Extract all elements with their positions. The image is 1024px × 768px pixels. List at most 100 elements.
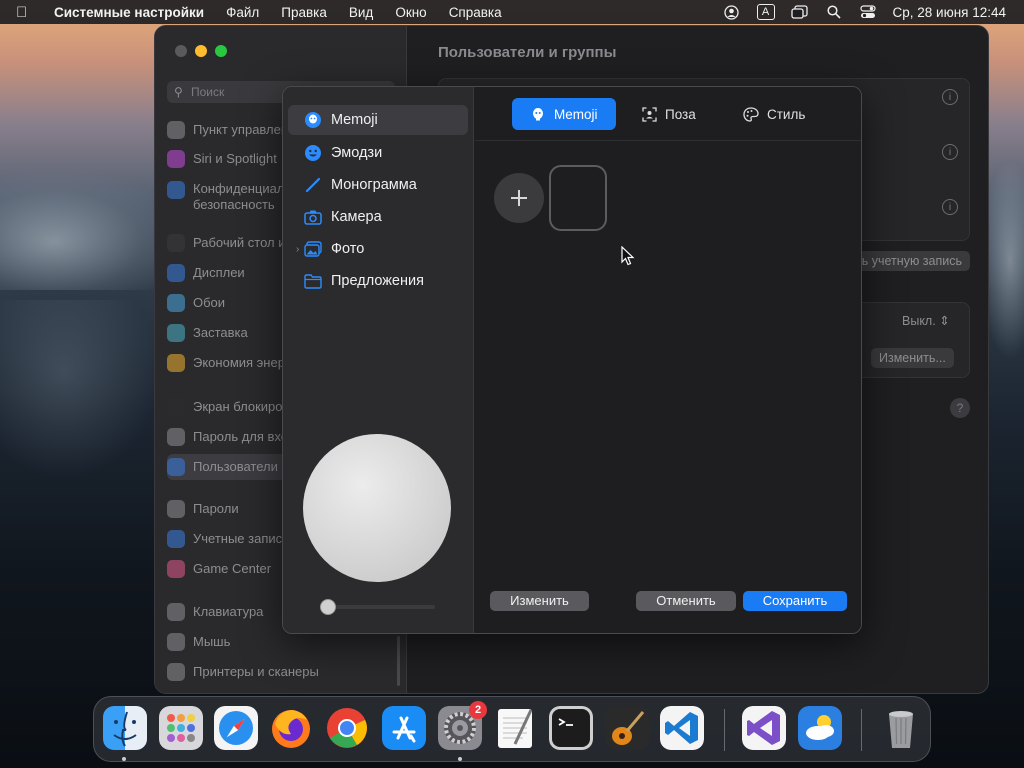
tab-pose[interactable]: Поза — [641, 98, 713, 130]
menu-file[interactable]: Файл — [226, 5, 259, 20]
settings-item-icon — [167, 150, 185, 168]
user-info-icon-1[interactable]: i — [942, 89, 958, 105]
edit-guest-button[interactable]: Изменить... — [871, 348, 954, 368]
app-store-icon — [382, 706, 426, 750]
running-indicator — [458, 757, 462, 761]
dock-textedit[interactable] — [493, 706, 537, 750]
category-suggestions-label: Предложения — [331, 273, 424, 289]
minimize-button[interactable] — [195, 45, 207, 57]
dock-app-store[interactable] — [382, 706, 426, 750]
menu-window[interactable]: Окно — [395, 5, 426, 20]
weather-icon — [798, 706, 842, 750]
memoji-icon — [304, 111, 322, 129]
photos-icon — [304, 240, 322, 258]
settings-sidebar-label: Заставка — [193, 325, 248, 340]
tab-memoji[interactable]: Memoji — [512, 98, 616, 130]
cancel-button[interactable]: Отменить — [636, 591, 736, 611]
dock-launchpad[interactable] — [159, 706, 203, 750]
avatar-category-sidebar: Memoji Эмодзи Монограмма Камера › Фото П… — [283, 87, 474, 633]
slider-knob[interactable] — [320, 599, 336, 615]
settings-item-icon — [167, 354, 185, 372]
menu-view[interactable]: Вид — [349, 5, 373, 20]
category-camera[interactable]: Камера — [288, 202, 468, 232]
running-indicator — [122, 757, 126, 761]
control-center-icon[interactable] — [859, 4, 877, 20]
input-source-icon[interactable]: A — [756, 4, 775, 20]
firefox-icon — [272, 710, 310, 748]
close-button[interactable] — [175, 45, 187, 57]
add-account-button[interactable]: Добавить учетную запись... — [854, 251, 970, 271]
settings-item-icon — [167, 294, 185, 312]
tab-memoji-label: Memoji — [554, 106, 598, 122]
settings-search-placeholder: Поиск — [191, 85, 225, 99]
spotlight-search-icon[interactable] — [825, 4, 843, 20]
category-suggestions[interactable]: Предложения — [288, 266, 468, 296]
menu-help[interactable]: Справка — [449, 5, 502, 20]
stage-manager-icon[interactable] — [791, 4, 809, 20]
guest-value[interactable]: Выкл. ⇕ — [902, 313, 950, 328]
user-info-icon-2[interactable]: i — [942, 144, 958, 160]
add-memoji-button[interactable] — [494, 173, 544, 223]
category-photos-label: Фото — [331, 241, 365, 257]
category-memoji[interactable]: Memoji — [288, 105, 468, 135]
user-info-icon-3[interactable]: i — [942, 199, 958, 215]
tab-pose-label: Поза — [665, 106, 696, 122]
dock-terminal[interactable] — [549, 706, 593, 750]
user-account-icon[interactable] — [723, 4, 741, 20]
settings-item-icon — [167, 633, 185, 651]
settings-sidebar-item[interactable]: Принтеры и сканеры — [167, 659, 397, 685]
dock-firefox[interactable] — [269, 706, 313, 750]
dock-garageband[interactable] — [605, 706, 649, 750]
category-monogram[interactable]: Монограмма — [288, 170, 468, 200]
settings-sidebar-label: Мышь — [193, 634, 231, 649]
camera-icon — [304, 208, 322, 226]
avatar-zoom-slider[interactable] — [321, 605, 435, 609]
settings-sidebar-label: Пароли — [193, 501, 239, 516]
save-button[interactable]: Сохранить — [743, 591, 847, 611]
updown-chevron-icon: ⇕ — [939, 314, 950, 328]
dock-visual-studio[interactable] — [742, 706, 786, 750]
page-title: Пользователи и группы — [438, 44, 617, 61]
zoom-button[interactable] — [215, 45, 227, 57]
disclosure-chevron-icon[interactable]: › — [296, 244, 299, 255]
edit-button[interactable]: Изменить — [490, 591, 589, 611]
dock-weather[interactable] — [798, 706, 842, 750]
menu-edit[interactable]: Правка — [281, 5, 327, 20]
category-memoji-label: Memoji — [331, 112, 378, 128]
dock-separator — [724, 709, 725, 751]
dock-trash[interactable] — [879, 706, 923, 750]
sidebar-scrollbar[interactable] — [397, 636, 400, 686]
tab-style[interactable]: Стиль — [743, 98, 823, 130]
settings-item-icon — [167, 121, 185, 139]
settings-item-icon — [167, 398, 185, 416]
dock-safari[interactable] — [214, 706, 258, 750]
settings-sidebar-label: Game Center — [193, 561, 272, 576]
help-button[interactable]: ? — [950, 398, 970, 418]
search-icon: ⚲ — [174, 85, 183, 99]
dock-finder[interactable] — [103, 706, 147, 750]
background-clouds — [0, 170, 180, 290]
settings-sidebar-label: Дисплеи — [193, 265, 245, 280]
dock-separator-2 — [861, 709, 862, 751]
plus-icon — [511, 190, 527, 206]
memoji-panel: Memoji Поза Стиль Изменить Отменить Сохр… — [475, 87, 861, 633]
menu-clock[interactable]: Ср, 28 июня 12:44 — [893, 5, 1007, 20]
memoji-tab-icon — [530, 106, 546, 122]
apple-menu-icon[interactable]:  — [16, 4, 38, 21]
dock-vscode[interactable] — [660, 706, 704, 750]
pencil-icon — [304, 176, 322, 194]
category-emoji[interactable]: Эмодзи — [288, 138, 468, 168]
category-camera-label: Камера — [331, 209, 382, 225]
category-photos[interactable]: › Фото — [288, 234, 468, 264]
menu-app-name[interactable]: Системные настройки — [54, 5, 204, 20]
memoji-tile[interactable] — [549, 165, 607, 231]
window-controls — [175, 45, 227, 57]
visual-studio-icon — [742, 706, 786, 750]
vscode-icon — [660, 706, 704, 750]
trash-icon — [889, 711, 913, 748]
textedit-icon — [498, 709, 533, 748]
terminal-icon — [549, 706, 593, 750]
dock-chrome[interactable] — [325, 706, 369, 750]
guitar-icon — [605, 706, 649, 750]
mouse-cursor-icon — [621, 246, 635, 266]
